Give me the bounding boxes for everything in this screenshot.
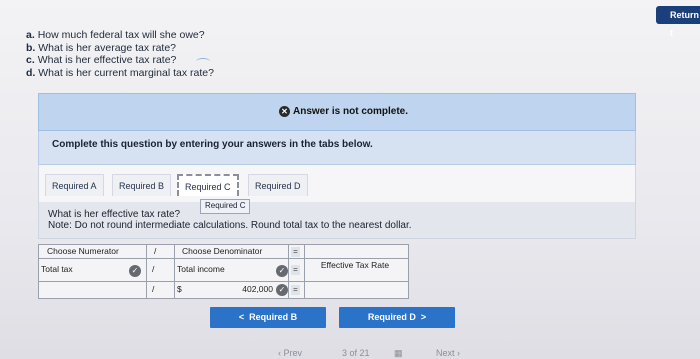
check-icon: ✓ [129,265,141,277]
question-prompt: What is her effective tax rate? Note: Do… [48,209,412,231]
x-circle-icon: ✕ [279,106,290,117]
next-required-button[interactable]: Required D > [339,307,455,328]
answer-status-text: Answer is not complete. [293,106,409,117]
slash-header: / [154,246,157,256]
question-note: Note: Do not round intermediate calculat… [48,220,412,231]
result-label: Effective Tax Rate [320,260,390,270]
instructions: Complete this question by entering your … [38,131,636,165]
tab-required-a[interactable]: Required A [45,174,104,196]
slash: / [152,284,155,294]
equals-sign: = [291,285,300,295]
return-button[interactable]: Return t [656,6,700,38]
question-a: a. How much federal tax will she owe? [26,29,205,41]
numerator-select[interactable]: Total tax [41,264,73,274]
chevron-left-icon: < [238,312,245,322]
tabs-bar: Required A Required B Required C Require… [38,165,636,202]
chevron-right-icon: > [420,312,427,322]
question-text: What is her effective tax rate? [48,209,181,220]
page-indicator: 3 of 21 [342,348,370,358]
tab-required-b[interactable]: Required B [112,174,172,196]
check-icon: ✓ [276,265,288,277]
slash: / [152,264,155,274]
grid-icon[interactable]: ▦ [394,348,403,359]
currency-symbol: $ [177,284,182,294]
ratio-table: Choose Numerator / Choose Denominator = … [38,244,409,299]
tab-required-d[interactable]: Required D [248,174,308,196]
question-b: b. What is her average tax rate? [26,41,177,54]
numerator-header: Choose Numerator [47,246,119,256]
pen-mark [196,58,210,65]
denominator-header: Choose Denominator [182,246,263,256]
question-c: c. What is her effective tax rate? [26,54,177,66]
denominator-select[interactable]: Total income [177,264,225,274]
question-list: a. How much federal tax will she owe? b.… [26,29,214,79]
next-page-link[interactable]: Next › [436,348,460,358]
equals-sign: = [291,265,300,275]
tab-required-c[interactable]: Required C [177,174,239,196]
prev-page-link[interactable]: ‹ Prev [278,348,302,358]
equals-header: = [291,247,300,257]
question-d: d. What is her current marginal tax rate… [26,66,214,79]
prev-required-button[interactable]: < Required B [210,307,326,328]
answer-status-banner: ✕ Answer is not complete. [38,93,636,131]
check-icon: ✓ [276,284,288,296]
denominator-amount-input[interactable]: 402,000 [239,284,273,294]
